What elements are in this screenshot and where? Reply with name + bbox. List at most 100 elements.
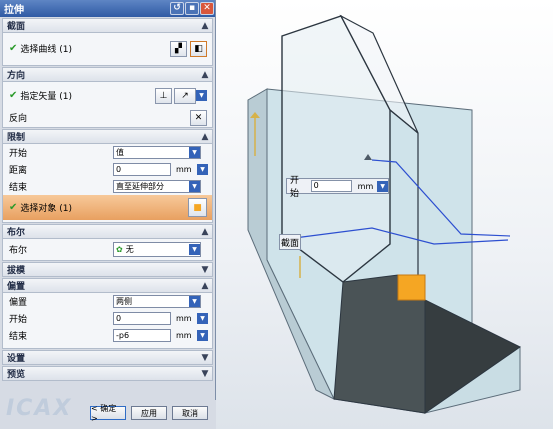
offset-start-row: 开始 0 mm ▼ (3, 310, 212, 327)
boolean-select[interactable]: ✿ 无 ▼ (113, 242, 201, 257)
section-body-limits: 开始 值 ▼ 距离 0 mm ▼ 结束 直至延伸部分 ▼ ✔ 选择对象 (1) … (2, 144, 213, 223)
curve-select-icon[interactable]: ◧ (190, 40, 207, 57)
select-object-label: 选择对象 (1) (20, 204, 73, 214)
chevron-down-icon[interactable]: ▼ (196, 90, 207, 101)
chevron-up-icon[interactable]: ▲ (200, 132, 210, 142)
section-title: 拔模 (7, 266, 26, 276)
chevron-down-icon[interactable]: ▼ (197, 330, 208, 341)
reverse-row[interactable]: 反向 ✕ (3, 109, 212, 126)
section-body-offset: 偏置 两侧 ▼ 开始 0 mm ▼ 结束 -p6 mm ▼ (2, 293, 213, 349)
distance-unit: mm (176, 165, 192, 174)
chevron-down-icon[interactable]: ▼ (197, 313, 208, 324)
offset-end-value: -p6 (116, 331, 130, 340)
section-header-settings[interactable]: 设置 ▼ (2, 350, 213, 365)
chevron-down-icon[interactable]: ▼ (189, 181, 200, 192)
dialog-title: 拉伸 (4, 5, 24, 16)
offset-start-input[interactable]: 0 (113, 312, 171, 325)
section-header-boolean[interactable]: 布尔 ▲ (2, 224, 213, 239)
sketch-section-icon[interactable]: ▞ (170, 40, 187, 57)
select-object-row[interactable]: ✔ 选择对象 (1) ■ (3, 195, 212, 220)
end-row: 结束 直至延伸部分 ▼ (3, 178, 212, 195)
distance-value: 0 (116, 165, 122, 174)
check-icon: ✔ (9, 90, 18, 101)
section-title: 偏置 (7, 282, 26, 292)
vector-type-icon[interactable]: ↗ (174, 87, 196, 104)
section-title: 限制 (7, 133, 26, 143)
offset-end-label: 结束 (9, 332, 28, 342)
vector-dialog-icon[interactable]: ⊥ (155, 87, 172, 104)
start-tag-input[interactable]: 0 (310, 180, 352, 192)
section-header-direction[interactable]: 方向 ▲ (2, 67, 213, 82)
reverse-label: 反向 (9, 114, 28, 124)
section-title: 方向 (7, 71, 26, 81)
distance-label: 距离 (9, 166, 28, 176)
chevron-up-icon[interactable]: ▲ (200, 70, 210, 80)
start-tag-label: 开始 (290, 176, 300, 199)
offset-start-unit: mm (176, 314, 192, 323)
check-icon: ✔ (9, 202, 18, 213)
section-header-limits[interactable]: 限制 ▲ (2, 129, 213, 144)
close-icon[interactable]: ✕ (200, 2, 214, 15)
chevron-down-icon[interactable]: ▼ (377, 180, 388, 192)
apply-button[interactable]: 应用 (131, 406, 167, 420)
chevron-down-icon[interactable]: ▼ (189, 244, 200, 255)
distance-input[interactable]: 0 (113, 163, 171, 176)
boolean-select-value: 无 (125, 245, 134, 254)
watermark-logo: ICAX (6, 396, 73, 421)
section-header-preview[interactable]: 预览 ▼ (2, 366, 213, 381)
offset-end-unit: mm (176, 331, 192, 340)
select-curve-row[interactable]: ✔ 选择曲线 (1) ▞ ◧ (3, 33, 212, 64)
chevron-down-icon[interactable]: ▼ (197, 164, 208, 175)
section-body-direction: ✔ 指定矢量 (1) ⊥ ↗ ▼ 反向 ✕ (2, 82, 213, 128)
start-label: 开始 (9, 149, 28, 159)
extrude-dialog: 拉伸 ↺ ▪ ✕ 截面 ▲ ✔ 选择曲线 (1) ▞ ◧ 方向 ▲ ✔ 指定矢量… (0, 0, 216, 429)
section-tag[interactable]: 截面 (279, 234, 301, 250)
reverse-direction-icon[interactable]: ✕ (190, 109, 207, 126)
chevron-up-icon[interactable]: ▲ (200, 281, 210, 291)
chevron-down-icon[interactable]: ▼ (189, 147, 200, 158)
specify-vector-row[interactable]: ✔ 指定矢量 (1) ⊥ ↗ ▼ (3, 82, 212, 109)
specify-vector-label: 指定矢量 (1) (20, 92, 73, 102)
section-title: 布尔 (7, 228, 26, 238)
section-title: 截面 (7, 22, 26, 32)
chevron-down-icon[interactable]: ▼ (189, 296, 200, 307)
section-header-draft[interactable]: 拔模 ▼ (2, 262, 213, 277)
start-row: 开始 值 ▼ (3, 144, 212, 161)
boolean-row: 布尔 ✿ 无 ▼ (3, 239, 212, 260)
start-select-value: 值 (116, 148, 124, 157)
select-curve-label: 选择曲线 (1) (20, 45, 73, 55)
section-header-profile[interactable]: 截面 ▲ (2, 18, 213, 33)
start-distance-tag[interactable]: 开始 0 mm ▼ (286, 176, 389, 199)
offset-label: 偏置 (9, 298, 28, 308)
chevron-up-icon[interactable]: ▲ (200, 21, 210, 31)
offset-row: 偏置 两侧 ▼ (3, 293, 212, 310)
offset-end-input[interactable]: -p6 (113, 329, 171, 342)
end-select[interactable]: 直至延伸部分 ▼ (113, 180, 201, 193)
offset-select[interactable]: 两侧 ▼ (113, 295, 201, 308)
end-select-value: 直至延伸部分 (116, 182, 164, 191)
boolean-none-icon: ✿ (116, 245, 123, 254)
cancel-button[interactable]: 取消 (172, 406, 208, 420)
info-icon[interactable]: ▪ (185, 2, 199, 15)
chevron-down-icon[interactable]: ▼ (200, 353, 210, 363)
chevron-down-icon[interactable]: ▼ (200, 369, 210, 379)
chevron-down-icon[interactable]: ▼ (200, 265, 210, 275)
section-title: 设置 (7, 354, 26, 364)
check-icon: ✔ (9, 43, 18, 54)
section-body-profile: ✔ 选择曲线 (1) ▞ ◧ (2, 33, 213, 66)
chevron-up-icon[interactable]: ▲ (200, 227, 210, 237)
dialog-titlebar[interactable]: 拉伸 ↺ ▪ ✕ (0, 0, 215, 17)
section-title: 预览 (7, 370, 26, 380)
ok-button[interactable]: < 确定 > (90, 404, 126, 423)
section-header-offset[interactable]: 偏置 ▲ (2, 278, 213, 293)
offset-start-label: 开始 (9, 315, 28, 325)
selected-face (397, 274, 426, 301)
start-select[interactable]: 值 ▼ (113, 146, 201, 159)
reset-icon[interactable]: ↺ (170, 2, 184, 15)
cube-select-icon[interactable]: ■ (188, 198, 207, 217)
boolean-label: 布尔 (9, 246, 28, 256)
start-tag-unit: mm (357, 181, 374, 191)
section-body-boolean: 布尔 ✿ 无 ▼ (2, 239, 213, 261)
end-label: 结束 (9, 183, 28, 193)
distance-row: 距离 0 mm ▼ (3, 161, 212, 178)
